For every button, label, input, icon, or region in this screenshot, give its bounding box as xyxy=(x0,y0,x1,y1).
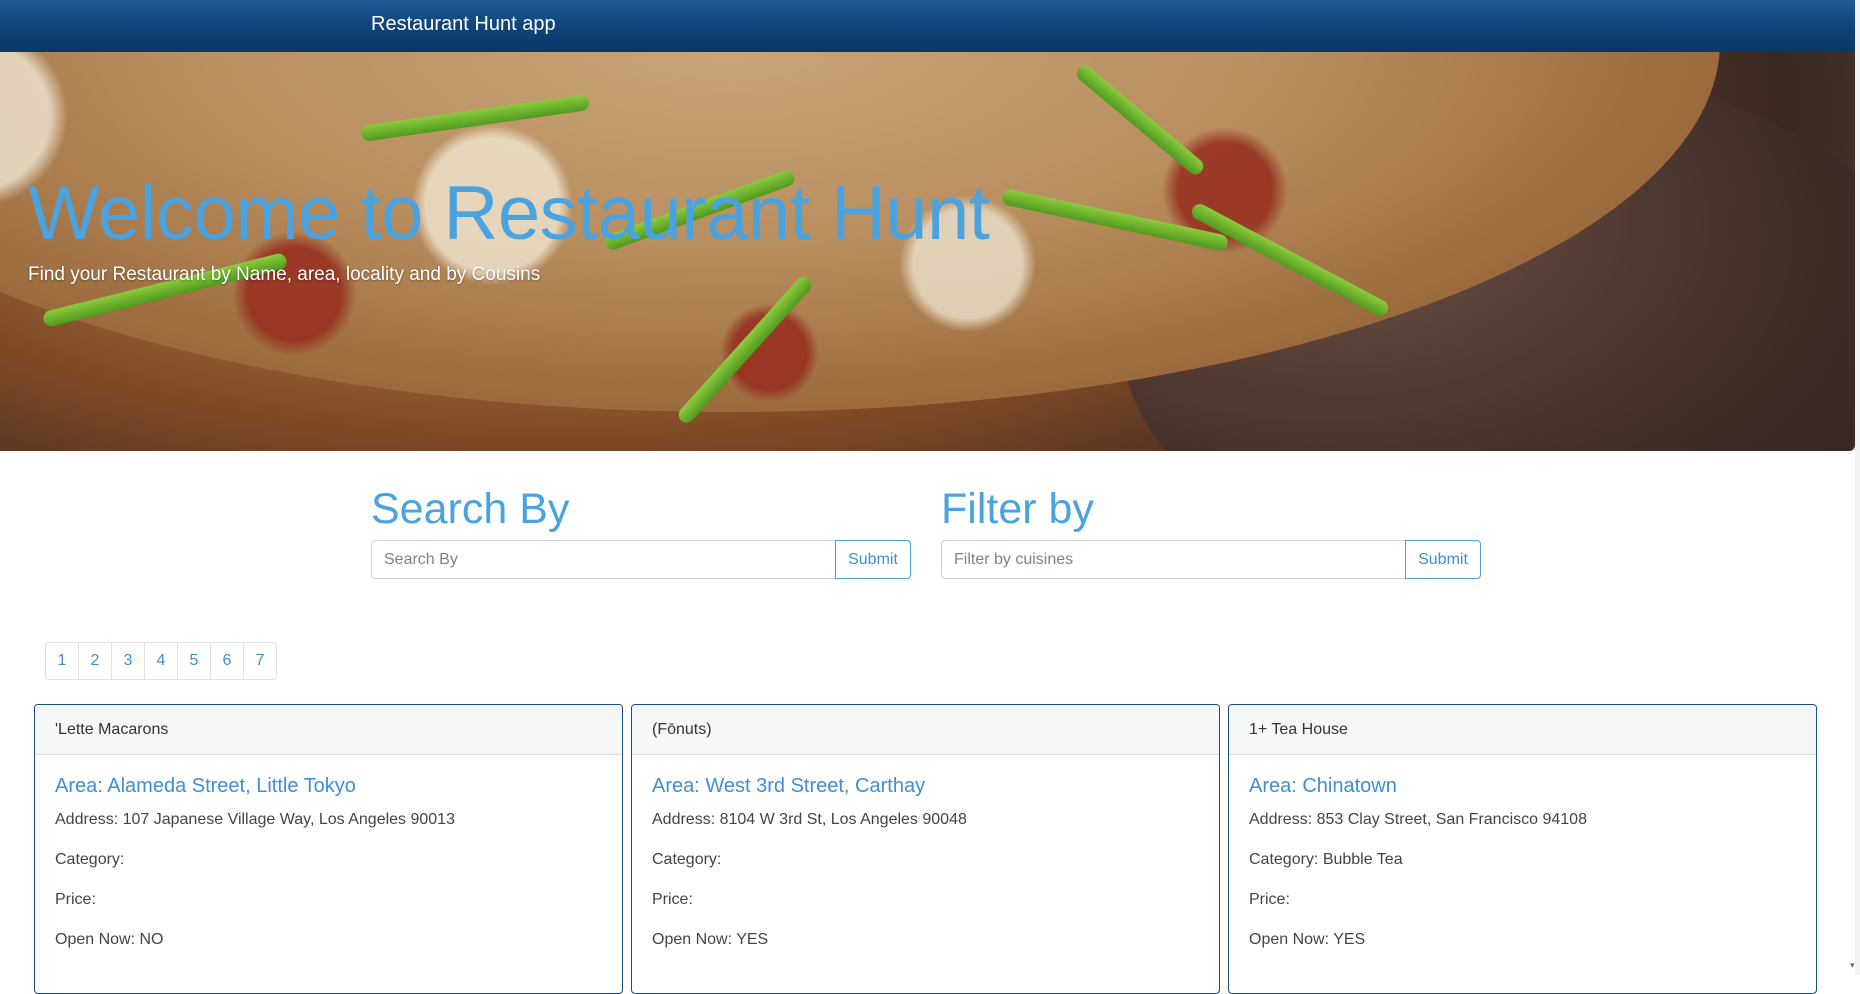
restaurant-name: 1+ Tea House xyxy=(1229,705,1816,755)
page-scrollbar[interactable] xyxy=(1855,0,1860,975)
page-link-6[interactable]: 6 xyxy=(210,642,244,680)
restaurant-card: (Fōnuts) Area: West 3rd Street, Carthay … xyxy=(631,704,1220,994)
page-link-3[interactable]: 3 xyxy=(111,642,145,680)
navbar: Restaurant Hunt app xyxy=(0,0,1855,52)
filter-submit-button[interactable]: Submit xyxy=(1405,540,1481,579)
page-link-4[interactable]: 4 xyxy=(144,642,178,680)
search-submit-button[interactable]: Submit xyxy=(835,540,911,579)
restaurant-address: Address: 107 Japanese Village Way, Los A… xyxy=(55,811,455,828)
filter-section: Filter by Submit xyxy=(941,480,1481,579)
search-heading: Search By xyxy=(371,485,570,533)
search-section: Search By Submit xyxy=(371,480,911,579)
hero-title: Welcome to Restaurant Hunt xyxy=(28,171,990,256)
search-form: Submit xyxy=(371,540,911,579)
restaurant-name: (Fōnuts) xyxy=(632,705,1219,755)
restaurant-card: 1+ Tea House Area: Chinatown Address: 85… xyxy=(1228,704,1817,994)
restaurant-price: Price: xyxy=(652,891,693,908)
scroll-down-arrow-icon[interactable]: ▾ xyxy=(1850,960,1860,970)
hero-subtitle: Find your Restaurant by Name, area, loca… xyxy=(28,264,541,285)
restaurant-price: Price: xyxy=(55,891,96,908)
restaurant-area: Area: Alameda Street, Little Tokyo xyxy=(55,775,356,797)
restaurant-open-now: Open Now: YES xyxy=(652,931,769,948)
restaurant-category: Category: Bubble Tea xyxy=(1249,851,1403,868)
restaurant-address: Address: 8104 W 3rd St, Los Angeles 9004… xyxy=(652,811,967,828)
restaurant-category: Category: xyxy=(55,851,125,868)
page-link-1[interactable]: 1 xyxy=(45,642,79,680)
navbar-brand[interactable]: Restaurant Hunt app xyxy=(371,13,556,36)
restaurant-area: Area: Chinatown xyxy=(1249,775,1397,797)
restaurant-open-now: Open Now: YES xyxy=(1249,931,1366,948)
page-link-2[interactable]: 2 xyxy=(78,642,112,680)
restaurant-open-now: Open Now: NO xyxy=(55,931,164,948)
filter-form: Submit xyxy=(941,540,1481,579)
restaurant-price: Price: xyxy=(1249,891,1290,908)
hero-banner: Welcome to Restaurant Hunt Find your Res… xyxy=(0,52,1855,451)
pagination: 1 2 3 4 5 6 7 xyxy=(45,642,277,680)
restaurant-area: Area: West 3rd Street, Carthay xyxy=(652,775,926,797)
restaurant-card: 'Lette Macarons Area: Alameda Street, Li… xyxy=(34,704,623,994)
page-link-7[interactable]: 7 xyxy=(243,642,277,680)
restaurant-category: Category: xyxy=(652,851,722,868)
restaurant-address: Address: 853 Clay Street, San Francisco … xyxy=(1249,811,1587,828)
filter-heading: Filter by xyxy=(941,485,1094,533)
restaurant-name: 'Lette Macarons xyxy=(35,705,622,755)
filter-input[interactable] xyxy=(941,540,1405,579)
search-input[interactable] xyxy=(371,540,835,579)
page-link-5[interactable]: 5 xyxy=(177,642,211,680)
